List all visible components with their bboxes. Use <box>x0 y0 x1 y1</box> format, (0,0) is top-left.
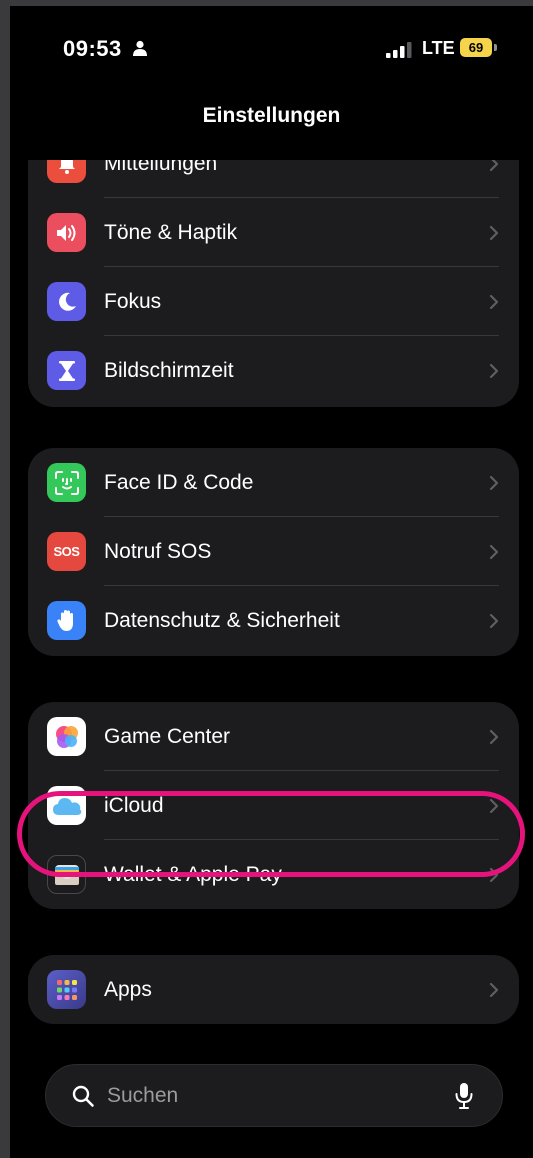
bell-icon <box>47 160 86 183</box>
settings-screen: 09:53 LTE 69 Einstellungen Mitteilungen <box>10 6 533 1158</box>
row-apps[interactable]: Apps <box>28 955 519 1024</box>
row-label: Töne & Haptik <box>104 220 238 244</box>
row-label: Face ID & Code <box>104 470 254 494</box>
chevron-right-icon <box>489 613 499 628</box>
battery-level: 69 <box>460 38 492 57</box>
row-fokus[interactable]: Fokus <box>28 267 519 336</box>
hourglass-icon <box>47 351 86 390</box>
row-label: Game Center <box>104 724 231 748</box>
chevron-right-icon <box>489 544 499 559</box>
chevron-right-icon <box>489 729 499 744</box>
speaker-icon <box>47 213 86 252</box>
person-icon <box>133 40 147 56</box>
face-id-icon <box>47 463 86 502</box>
page-title: Einstellungen <box>202 104 341 127</box>
search-icon <box>72 1085 94 1107</box>
search-bar[interactable]: Suchen <box>45 1064 503 1127</box>
chevron-right-icon <box>489 363 499 378</box>
network-type: LTE <box>422 38 455 58</box>
settings-group-apps: Apps <box>28 955 519 1024</box>
sos-icon-text: SOS <box>53 544 80 559</box>
chevron-right-icon <box>489 475 499 490</box>
sos-icon: SOS <box>47 532 86 571</box>
status-bar: 09:53 LTE 69 <box>10 6 533 86</box>
row-label: Datenschutz & Sicherheit <box>104 608 340 632</box>
row-mitteilungen[interactable]: Mitteilungen <box>28 160 519 198</box>
apps-highlight-annotation <box>17 791 525 877</box>
row-notruf-sos[interactable]: SOS Notruf SOS <box>28 517 519 586</box>
cellular-signal-icon <box>386 42 412 58</box>
row-label: Apps <box>104 977 152 1001</box>
row-datenschutz-sicherheit[interactable]: Datenschutz & Sicherheit <box>28 586 519 655</box>
game-center-icon <box>47 717 86 756</box>
settings-group-security: Face ID & Code SOS Notruf SOS Datenschut… <box>28 448 519 656</box>
settings-group-notifications: Mitteilungen Töne & Haptik Fokus Bildsch… <box>28 160 519 407</box>
row-game-center[interactable]: Game Center <box>28 702 519 771</box>
row-label: Fokus <box>104 289 162 313</box>
battery-icon: 69 <box>460 38 498 57</box>
row-label: Bildschirmzeit <box>104 358 234 382</box>
hand-icon <box>47 601 86 640</box>
apps-grid-icon <box>47 970 86 1009</box>
row-label: Notruf SOS <box>104 539 212 563</box>
search-input[interactable]: Suchen <box>107 1084 178 1108</box>
row-toene-haptik[interactable]: Töne & Haptik <box>28 198 519 267</box>
row-bildschirmzeit[interactable]: Bildschirmzeit <box>28 336 519 405</box>
chevron-right-icon <box>489 294 499 309</box>
moon-icon <box>47 282 86 321</box>
chevron-right-icon <box>489 160 499 171</box>
row-label: Mitteilungen <box>104 160 218 175</box>
microphone-icon[interactable] <box>454 1082 474 1110</box>
chevron-right-icon <box>489 225 499 240</box>
battery-cap <box>494 44 497 51</box>
row-face-id-code[interactable]: Face ID & Code <box>28 448 519 517</box>
settings-list[interactable]: Mitteilungen Töne & Haptik Fokus Bildsch… <box>10 160 533 1158</box>
chevron-right-icon <box>489 982 499 997</box>
status-time: 09:53 <box>63 36 122 61</box>
